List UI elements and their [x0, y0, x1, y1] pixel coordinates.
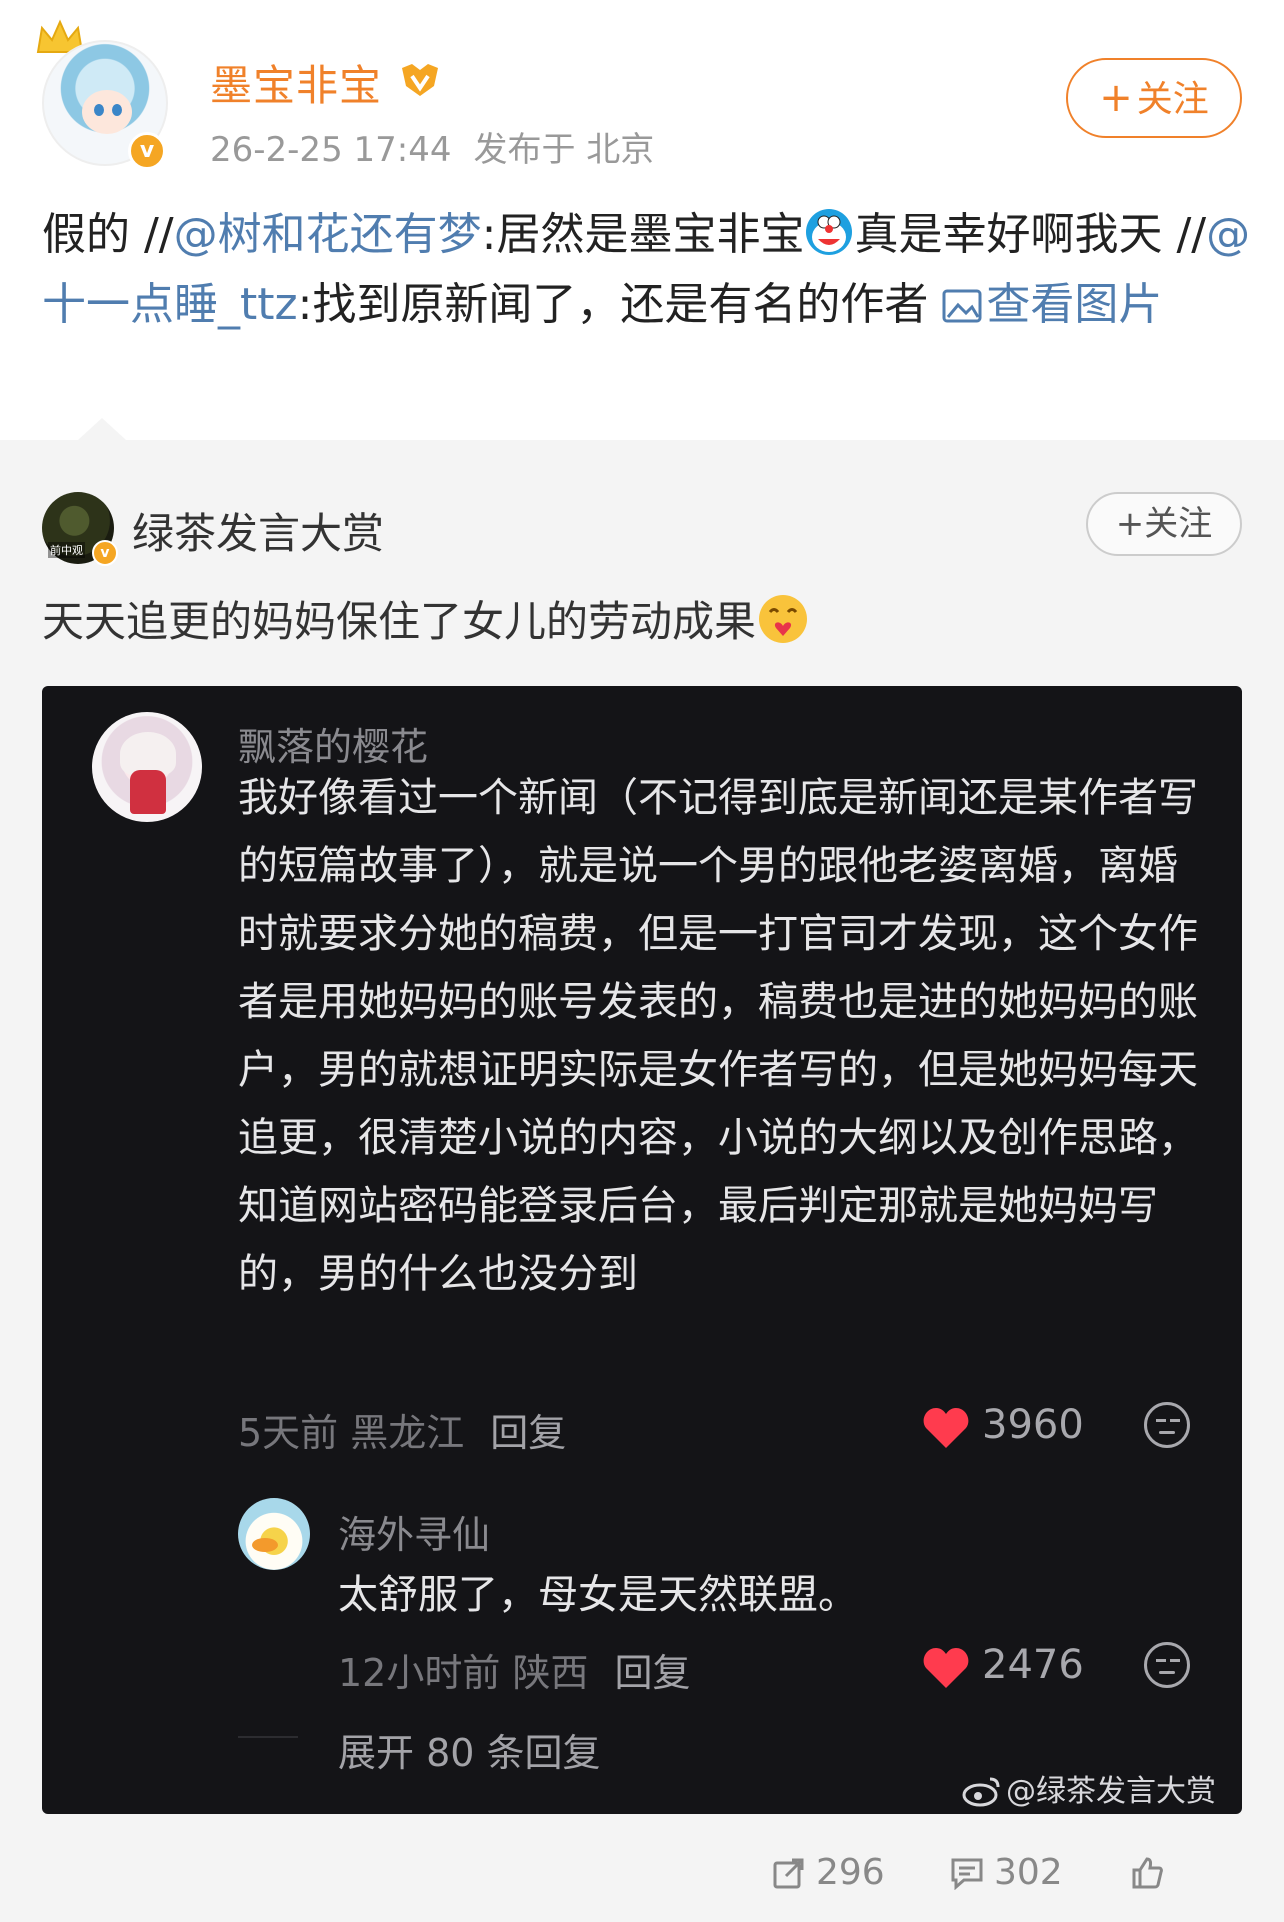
commenter-name: 飘落的樱花: [238, 725, 429, 769]
comment-body: 我好像看过一个新闻（不记得到底是新闻还是某作者写的短篇故事了），就是说一个男的跟…: [238, 775, 1198, 1297]
repost-author-name[interactable]: 绿茶发言大赏: [132, 500, 384, 561]
reply-button: 回复: [614, 1651, 691, 1695]
smiley-icon: [1144, 1642, 1190, 1688]
verified-icon: v: [128, 132, 166, 170]
heart-icon: [923, 1648, 969, 1688]
heart-icon: [923, 1408, 969, 1448]
watermark: @绿茶发言大赏: [962, 1766, 1216, 1810]
image-icon: [942, 289, 982, 323]
reply-button: 回复: [490, 1411, 567, 1455]
action-bar: 296 302: [0, 1838, 1284, 1922]
screenshot-card[interactable]: 飘落的樱花 我好像看过一个新闻（不记得到底是新闻还是某作者写的短篇故事了），就是…: [42, 686, 1242, 1814]
repost-button[interactable]: 296: [772, 1852, 885, 1893]
commenter-name: 海外寻仙: [338, 1513, 491, 1557]
author-name[interactable]: 墨宝非宝: [210, 52, 382, 113]
repost-icon: [773, 1858, 804, 1889]
post-timestamp: 26-2-25 17:44: [210, 130, 452, 170]
doraemon-emoji-icon: [804, 207, 854, 257]
expand-replies: 展开 80 条回复: [338, 1731, 601, 1775]
post-location: 发布于 北京: [473, 130, 655, 170]
mention-link[interactable]: @树和花还有梦: [174, 209, 482, 260]
follow-button[interactable]: + 关注: [1066, 58, 1242, 138]
commenter-avatar: [92, 712, 202, 822]
weibo-logo-icon: [962, 1777, 1000, 1807]
repost-follow-button[interactable]: +关注: [1086, 492, 1242, 556]
comment-icon: [951, 1858, 983, 1891]
post-header: v 墨宝非宝 26-2-25 17:44 发布于 北京 + 关注: [0, 0, 1284, 180]
repost-block[interactable]: 前中观 v 绿茶发言大赏 +关注 天天追更的妈妈保住了女儿的劳动成果 飘落的樱花…: [0, 418, 1284, 1922]
comment-meta: 12小时前 陕西 回复: [338, 1651, 691, 1695]
repost-text: 天天追更的妈妈保住了女儿的劳动成果: [42, 588, 810, 649]
verified-icon: v: [92, 540, 118, 566]
post-text: 假的 //@树和花还有梦:居然是墨宝非宝 真是幸好啊我天 //@十一点睡_ttz:…: [42, 207, 1251, 330]
comment-body: 太舒服了，母女是天然联盟。: [338, 1572, 858, 1618]
smiley-icon: [1144, 1402, 1190, 1448]
comment-button[interactable]: 302: [950, 1852, 1063, 1893]
comment-meta: 5天前 黑龙江 回复: [238, 1411, 567, 1455]
vip-badge-icon: [402, 64, 438, 96]
like-button[interactable]: [1130, 1852, 1174, 1893]
view-image-link[interactable]: 查看图片: [942, 279, 1162, 330]
commenter-avatar: [238, 1498, 310, 1570]
heart-face-emoji-icon: [756, 592, 810, 646]
post-meta: 26-2-25 17:44 发布于 北京: [210, 122, 654, 171]
like-icon: [1132, 1857, 1163, 1889]
